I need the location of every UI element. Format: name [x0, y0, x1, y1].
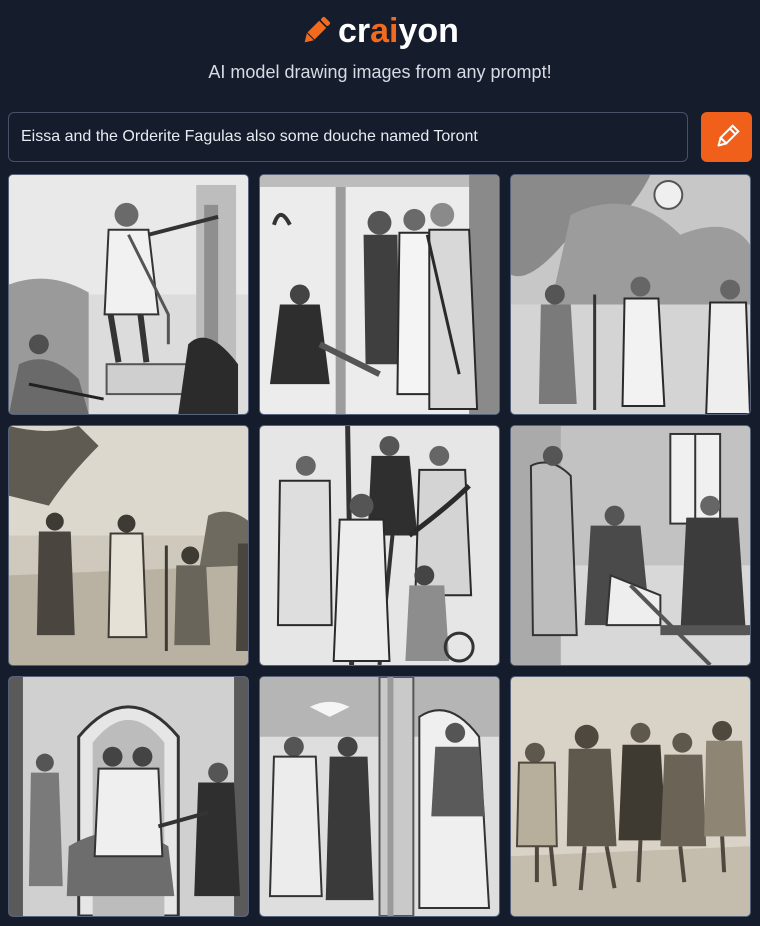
draw-button[interactable]: [701, 112, 752, 162]
generated-image[interactable]: [510, 676, 751, 917]
generated-image-1: [9, 175, 248, 414]
image-grid: [8, 174, 752, 918]
generated-image[interactable]: [259, 676, 500, 917]
prompt-input[interactable]: [8, 112, 688, 162]
craiyon-logo[interactable]: craiyon: [298, 10, 459, 52]
generated-image-2: [260, 175, 499, 414]
generated-image[interactable]: [510, 174, 751, 415]
tagline: AI model drawing images from any prompt!: [208, 62, 552, 82]
generated-image[interactable]: [8, 425, 249, 666]
pencil-icon: [304, 16, 331, 43]
generated-image-9: [511, 677, 750, 916]
prompt-row: [8, 112, 752, 162]
generated-image-4: [9, 426, 248, 665]
generated-image[interactable]: [8, 174, 249, 415]
generated-image-7: [9, 677, 248, 916]
generated-image[interactable]: [8, 676, 249, 917]
generated-image[interactable]: [259, 425, 500, 666]
pencil-icon: [717, 124, 740, 147]
generated-image-5: [260, 426, 499, 665]
header: craiyon AI model drawing images from any…: [0, 0, 760, 110]
generated-image-6: [511, 426, 750, 665]
generated-image-8: [260, 677, 499, 916]
generated-image[interactable]: [510, 425, 751, 666]
generated-image-3: [511, 175, 750, 414]
brand-name: craiyon: [338, 11, 459, 50]
generated-image[interactable]: [259, 174, 500, 415]
